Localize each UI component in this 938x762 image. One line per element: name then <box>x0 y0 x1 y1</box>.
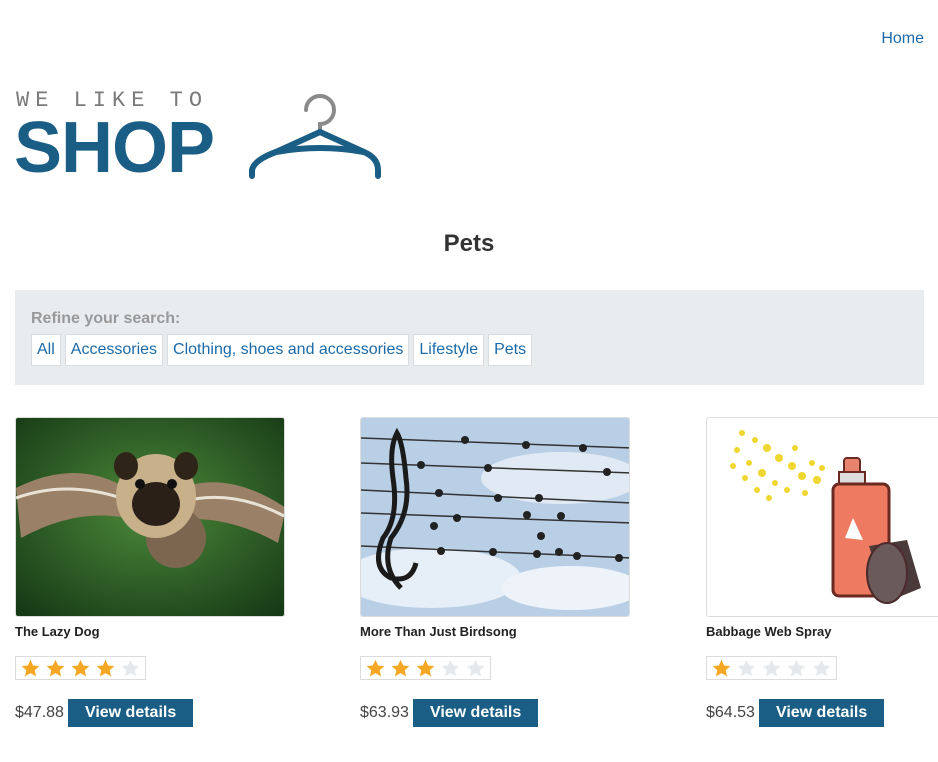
rating-stars <box>706 656 837 680</box>
product-price: $47.88 <box>15 704 64 721</box>
rating-stars <box>15 656 146 680</box>
star-filled-icon <box>71 659 90 677</box>
star-filled-icon <box>21 659 40 677</box>
view-details-button[interactable]: View details <box>67 699 194 727</box>
filter-links: All Accessories Clothing, shoes and acce… <box>31 334 533 366</box>
flying-pug-image[interactable] <box>15 417 285 617</box>
spray-can-image[interactable] <box>706 417 938 617</box>
star-filled-icon <box>366 659 385 677</box>
star-empty-icon <box>121 659 140 677</box>
star-empty-icon <box>787 659 806 677</box>
birds-on-wires-music-image[interactable] <box>360 417 630 617</box>
star-filled-icon <box>416 659 435 677</box>
product-price: $63.93 <box>360 704 409 721</box>
filter-accessories[interactable]: Accessories <box>64 334 164 366</box>
page-title: Pets <box>443 230 495 257</box>
rating-stars <box>360 656 491 680</box>
product-name: The Lazy Dog <box>15 624 100 639</box>
product-card: Babbage Web Spray $64.53 View details <box>706 417 938 727</box>
filter-lifestyle[interactable]: Lifestyle <box>413 334 485 366</box>
view-details-button[interactable]: View details <box>758 699 885 727</box>
home-link[interactable]: Home <box>881 30 924 48</box>
product-price: $64.53 <box>706 704 755 721</box>
product-name: More Than Just Birdsong <box>360 624 517 639</box>
view-details-button[interactable]: View details <box>412 699 539 727</box>
filter-clothing[interactable]: Clothing, shoes and accessories <box>167 334 410 366</box>
logo-wordmark: SHOP <box>14 108 215 188</box>
star-empty-icon <box>466 659 485 677</box>
star-filled-icon <box>46 659 65 677</box>
star-empty-icon <box>441 659 460 677</box>
filter-pets[interactable]: Pets <box>488 334 533 366</box>
star-empty-icon <box>812 659 831 677</box>
filter-all[interactable]: All <box>31 334 61 366</box>
hanger-icon <box>249 94 381 179</box>
product-card: More Than Just Birdsong $63.93 View deta… <box>360 417 630 727</box>
filter-label: Refine your search: <box>31 310 181 327</box>
star-empty-icon <box>762 659 781 677</box>
star-filled-icon <box>391 659 410 677</box>
filter-panel: Refine your search: All Accessories Clot… <box>15 290 924 385</box>
product-name: Babbage Web Spray <box>706 624 832 639</box>
star-empty-icon <box>737 659 756 677</box>
site-logo[interactable]: WE LIKE TO SHOP <box>14 88 381 188</box>
product-card: The Lazy Dog $47.88 View details <box>15 417 285 727</box>
star-filled-icon <box>96 659 115 677</box>
star-filled-icon <box>712 659 731 677</box>
